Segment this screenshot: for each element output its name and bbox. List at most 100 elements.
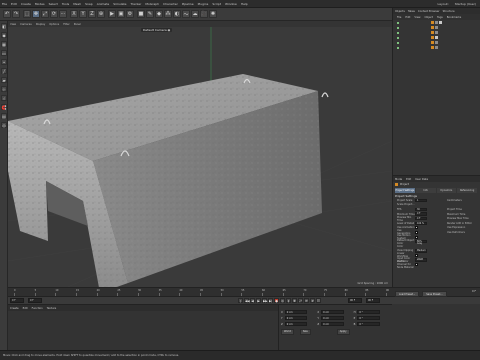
menu-item-simulate[interactable]: Simulate <box>113 2 126 6</box>
tag-icon[interactable] <box>435 41 438 44</box>
objects-menu-file[interactable]: File <box>397 16 401 19</box>
attribute-value-field[interactable]: 0 F <box>415 216 427 221</box>
make-editable-icon[interactable]: ◧ <box>1 23 7 29</box>
playback-current-field[interactable]: 0 F <box>28 298 42 303</box>
camera-label[interactable]: Default Camera ◉ <box>141 28 173 32</box>
tag-icon[interactable] <box>431 41 434 44</box>
tag-icon[interactable] <box>431 21 434 24</box>
menu-item-edit[interactable]: Edit <box>11 2 17 6</box>
attributes-tab[interactable]: Project Settings <box>395 188 415 193</box>
tag-icon[interactable] <box>431 36 434 39</box>
points-mode-icon[interactable]: • <box>1 59 7 65</box>
playback-control-icon[interactable]: ◀◀ <box>244 298 250 303</box>
model-mode-icon[interactable]: ◆ <box>1 32 7 38</box>
boole-icon[interactable]: ◐ <box>173 10 181 18</box>
menu-item-mesh[interactable]: Mesh <box>73 2 81 6</box>
viewport-scene[interactable] <box>8 21 392 287</box>
scale-icon[interactable]: ⤢ <box>41 10 49 18</box>
menu-item-plugins[interactable]: Plugins <box>198 2 209 6</box>
coordinate-field[interactable]: 0 ° <box>357 310 380 314</box>
tag-icon[interactable] <box>439 21 442 24</box>
attribute-value-field[interactable]: 100 % <box>415 221 427 225</box>
playback-control-icon[interactable]: P <box>310 298 315 303</box>
tag-icon[interactable] <box>435 31 438 34</box>
viewport-menu-display[interactable]: Display <box>36 23 46 26</box>
visibility-dot-icon[interactable] <box>397 46 399 49</box>
attribute-value-field[interactable]: 80% Gray <box>415 239 427 245</box>
render-view-icon[interactable]: ▶ <box>108 10 116 18</box>
playback-control-icon[interactable]: ☷ <box>316 298 321 303</box>
z-axis-icon[interactable]: Z <box>88 10 96 18</box>
attribute-checkbox[interactable] <box>415 235 418 239</box>
subdivision-icon[interactable]: ◆ <box>155 10 163 18</box>
move-icon[interactable]: ✥ <box>32 10 40 18</box>
redo-icon[interactable]: ↷ <box>12 10 20 18</box>
viewport[interactable]: View Cameras Display Options Filter Panel Def… <box>8 21 392 287</box>
viewport-menu-view[interactable]: View <box>10 23 16 26</box>
attribute-checkbox[interactable] <box>415 226 418 230</box>
attribute-checkbox[interactable] <box>415 263 418 267</box>
attribute-value-field[interactable]: 30 <box>415 207 427 212</box>
camera-icon[interactable]: 🎥 <box>200 10 208 18</box>
attribute-value-field[interactable]: 1 <box>415 198 427 202</box>
menu-item-help[interactable]: Help <box>241 2 248 6</box>
edit-render-settings-icon[interactable]: ⚙ <box>126 10 134 18</box>
viewport-menu-filter[interactable]: Filter <box>63 23 69 26</box>
layout-selector[interactable]: Layout: Startup (User) <box>432 2 477 6</box>
snap-icon[interactable]: 🧲 <box>1 104 7 110</box>
coordinate-size-dropdown[interactable]: Size <box>299 329 311 335</box>
rotate-icon[interactable]: ⟳ <box>50 10 58 18</box>
coordinate-mode-dropdown[interactable]: World <box>281 329 294 335</box>
attribute-checkbox[interactable] <box>415 230 418 234</box>
playback-control-icon[interactable]: |◀ <box>238 298 243 307</box>
playback-control-icon[interactable]: ✥ <box>292 298 297 303</box>
menu-item-select[interactable]: Select <box>49 2 58 6</box>
objects-menu-object[interactable]: Object <box>425 16 433 19</box>
menu-item-tools[interactable]: Tools <box>62 2 69 6</box>
menu-item-script[interactable]: Script <box>212 2 221 6</box>
attributes-tab[interactable]: Referencing <box>457 188 477 193</box>
menu-item-pipeline[interactable]: Pipeline <box>182 2 194 6</box>
menu-item-tracker[interactable]: Tracker <box>131 2 142 6</box>
visibility-dot-icon[interactable] <box>397 26 399 29</box>
tag-icon[interactable] <box>431 26 434 29</box>
deformer-icon[interactable]: 〜 <box>182 10 190 18</box>
playback-end-field[interactable]: 90 F <box>348 298 362 303</box>
coordinate-system-icon[interactable]: ⊕ <box>97 10 105 18</box>
playback-control-icon[interactable]: ▶ <box>256 298 261 303</box>
workplane-icon[interactable]: ▭ <box>1 50 7 56</box>
coordinate-field[interactable]: 0 ° <box>357 322 380 326</box>
coordinate-field[interactable]: 0 cm <box>284 316 308 320</box>
menu-item-file[interactable]: File <box>2 2 7 6</box>
menu-item-window[interactable]: Window <box>225 2 237 6</box>
apply-button[interactable]: Apply <box>336 329 350 335</box>
objects-header-tab[interactable]: Objects <box>395 10 405 13</box>
visibility-dot-icon[interactable] <box>397 31 399 34</box>
playback-start-field[interactable]: 0 F <box>10 298 24 303</box>
coordinate-field[interactable]: 0 cm <box>321 310 344 314</box>
material-menu-texture[interactable]: Texture <box>47 307 57 310</box>
tag-icon[interactable] <box>435 26 438 29</box>
objects-header-tab[interactable]: Content Browser <box>418 10 440 13</box>
playback-control-icon[interactable]: ◀ <box>250 298 255 303</box>
tag-icon[interactable] <box>435 46 438 49</box>
playback-control-icon[interactable]: ⟳ <box>304 298 309 303</box>
objects-header-tab[interactable]: Structure <box>443 10 455 13</box>
solo-icon[interactable]: ◎ <box>1 122 7 128</box>
attributes-menu-edit[interactable]: Edit <box>406 178 411 181</box>
menu-item-create[interactable]: Create <box>21 2 31 6</box>
attribute-value-field[interactable]: sRGB <box>415 258 427 262</box>
polygons-mode-icon[interactable]: ▰ <box>1 77 7 83</box>
y-axis-icon[interactable]: Y <box>79 10 87 18</box>
live-selection-icon[interactable]: ⬚ <box>23 10 31 18</box>
menu-item-snap[interactable]: Snap <box>85 2 93 6</box>
coordinate-field[interactable]: 0 cm <box>321 316 344 320</box>
menu-item-mograph[interactable]: MoGraph <box>145 2 159 6</box>
attributes-menu-user-data[interactable]: User Data <box>415 178 428 181</box>
pen-icon[interactable]: ✎ <box>146 10 154 18</box>
objects-menu-bookmarks[interactable]: Bookmarks <box>447 16 462 19</box>
attribute-value-field[interactable]: Medium <box>415 249 427 253</box>
playback-preview-end-field[interactable]: 90 F <box>366 298 380 303</box>
visibility-dot-icon[interactable] <box>397 36 399 39</box>
recent-tools-icon[interactable]: ⋯ <box>59 10 67 18</box>
